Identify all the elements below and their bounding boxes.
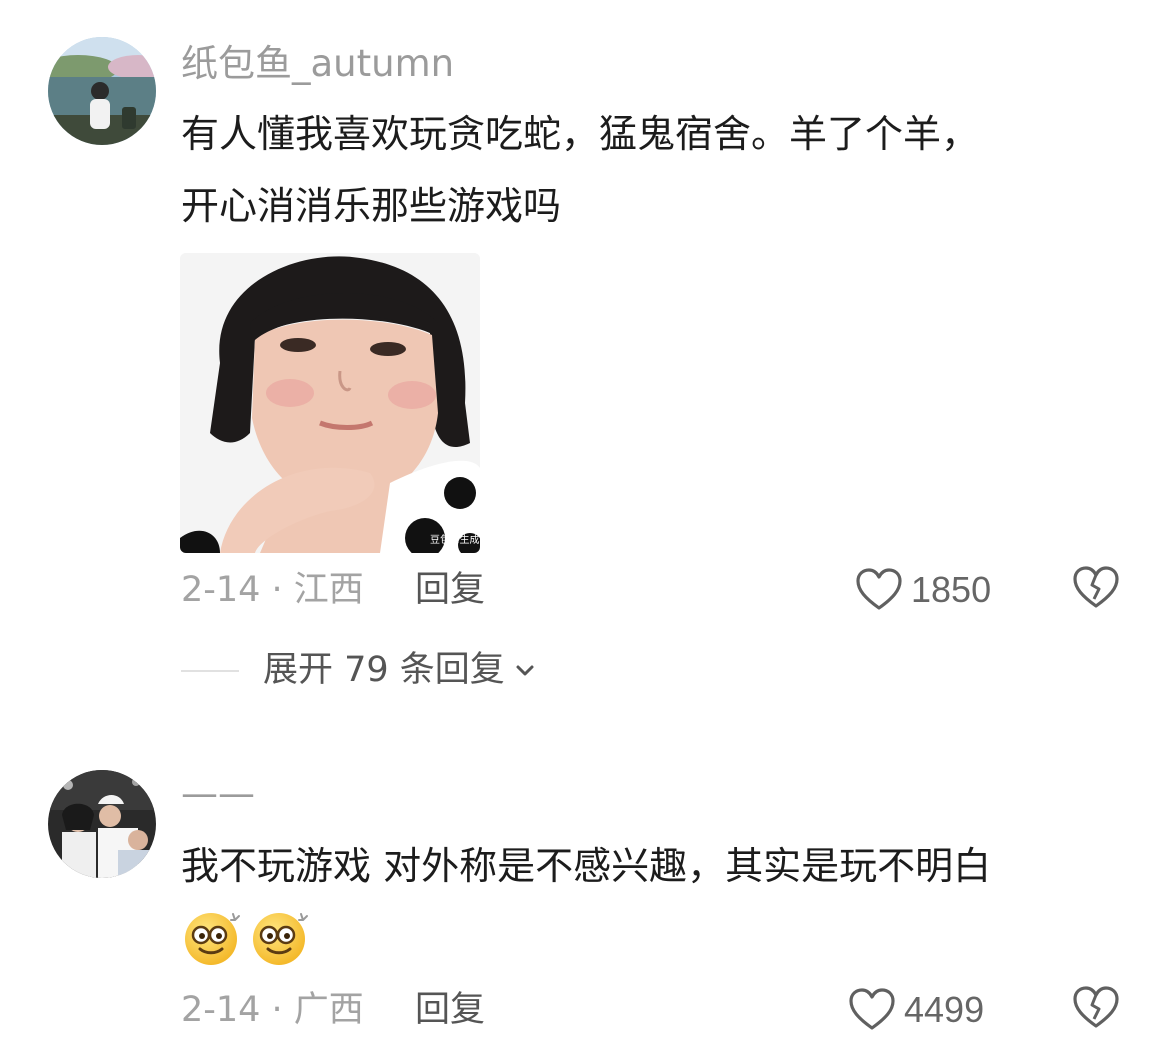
username[interactable]: 纸包鱼_autumn <box>181 42 454 86</box>
avatar[interactable] <box>48 770 156 878</box>
comment-text-line: 我不玩游戏 对外称是不感兴趣，其实是玩不明白 <box>181 844 992 888</box>
expand-replies-button[interactable]: 展开 79 条回复 <box>263 648 537 692</box>
reply-button[interactable]: 回复 <box>415 988 485 1032</box>
comment-text-line: 开心消消乐那些游戏吗 <box>181 184 562 228</box>
divider <box>181 670 239 672</box>
like-count: 4499 <box>904 989 985 1030</box>
comment-text: 有人懂我喜欢玩贪吃蛇，猛鬼宿舍。羊了个羊， 开心消消乐那些游戏吗 <box>181 98 1141 242</box>
like-count: 1850 <box>911 569 992 610</box>
dizzy-eyes-emoji <box>185 913 240 965</box>
dislike-button[interactable] <box>1072 566 1120 614</box>
heart-icon <box>856 568 902 610</box>
broken-heart-icon <box>1073 986 1119 1028</box>
comment-text-line: 有人懂我喜欢玩贪吃蛇，猛鬼宿舍。羊了个羊， <box>181 112 980 156</box>
like-button[interactable]: 1850 <box>855 566 991 614</box>
comment-meta: 2-14 · 江西 <box>181 570 364 610</box>
broken-heart-icon <box>1073 566 1119 608</box>
comment-text: 我不玩游戏 对外称是不感兴趣，其实是玩不明白 <box>181 830 1141 902</box>
heart-icon <box>849 988 895 1030</box>
dislike-button[interactable] <box>1072 986 1120 1034</box>
image-watermark: 豆包AI生成 <box>430 533 479 546</box>
avatar[interactable] <box>48 37 156 145</box>
chevron-down-icon <box>516 665 534 676</box>
expand-replies-label: 展开 79 条回复 <box>263 650 505 690</box>
emoji-row <box>181 908 311 966</box>
like-button[interactable]: 4499 <box>848 986 984 1034</box>
username[interactable]: —— <box>181 772 255 816</box>
comment-meta: 2-14 · 广西 <box>181 990 364 1030</box>
comment-image[interactable]: 豆包AI生成 <box>180 253 480 553</box>
reply-button[interactable]: 回复 <box>415 568 485 612</box>
dizzy-eyes-emoji <box>253 913 308 965</box>
